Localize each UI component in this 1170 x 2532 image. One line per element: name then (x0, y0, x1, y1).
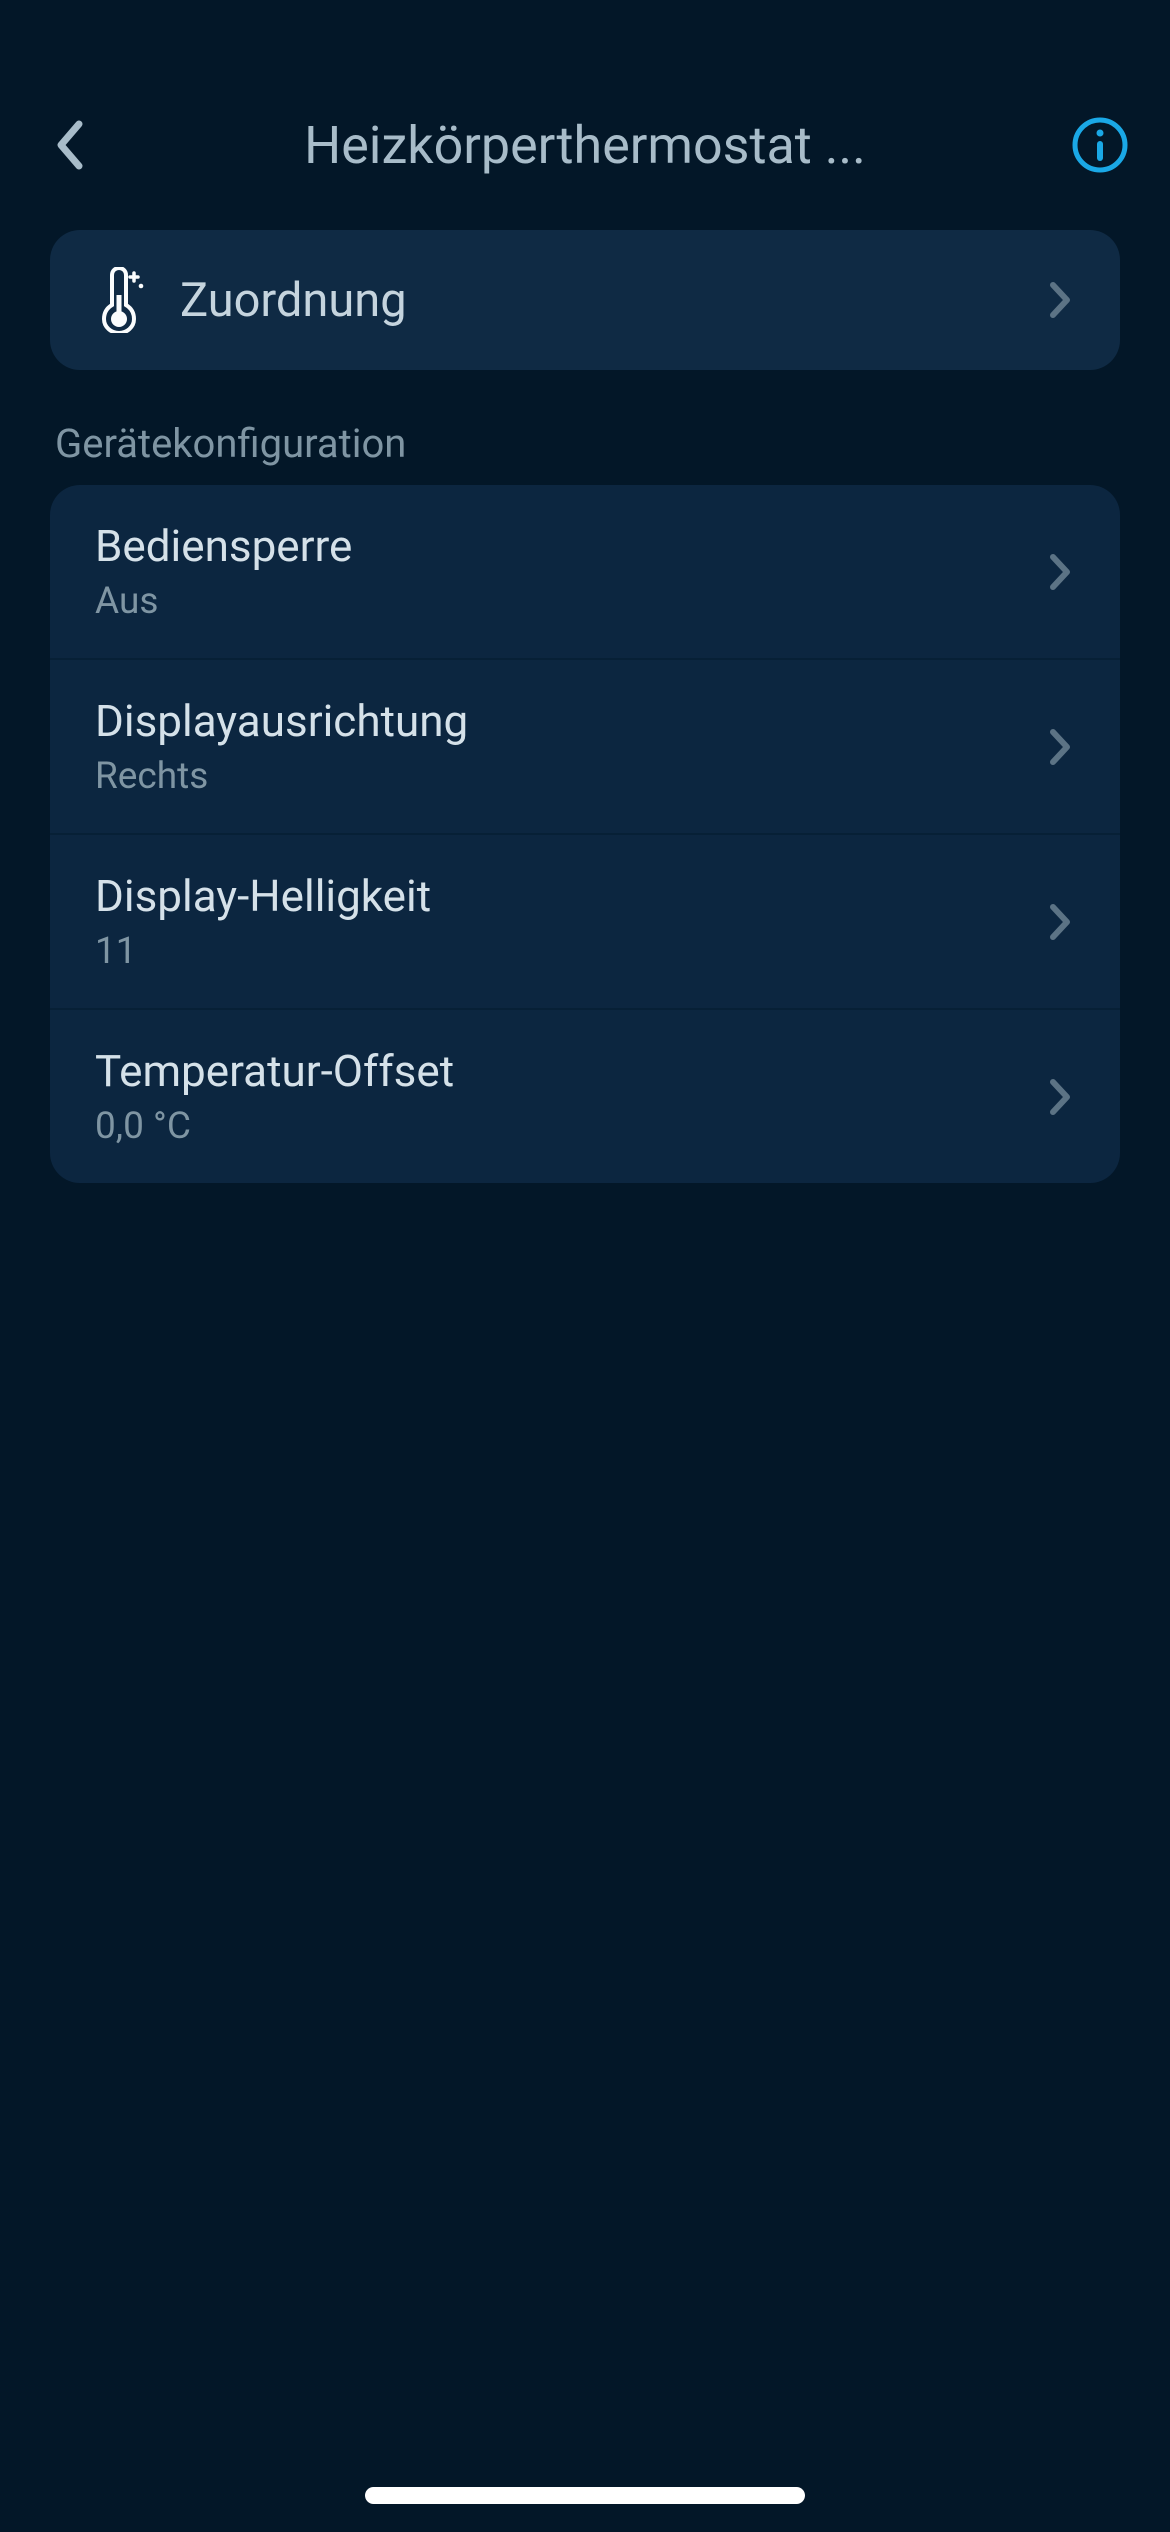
row-value: 0,0 °C (95, 1105, 1040, 1148)
chevron-right-icon (1040, 280, 1080, 320)
header: Heizkörperthermostat ... (0, 0, 1170, 200)
row-value: Rechts (95, 755, 1040, 798)
home-indicator[interactable] (365, 2487, 805, 2504)
content: Zuordnung Gerätekonfiguration Bediensper… (0, 200, 1170, 1183)
control-lock-row[interactable]: Bediensperre Aus (50, 485, 1120, 660)
display-brightness-row[interactable]: Display-Helligkeit 11 (50, 835, 1120, 1010)
chevron-left-icon (55, 120, 85, 170)
display-orientation-row[interactable]: Displayausrichtung Rechts (50, 660, 1120, 835)
chevron-right-icon (1040, 902, 1080, 942)
row-label: Displayausrichtung (95, 695, 1040, 747)
row-label: Bediensperre (95, 520, 1040, 572)
chevron-right-icon (1040, 1077, 1080, 1117)
row-value: Aus (95, 580, 1040, 623)
device-config-group: Bediensperre Aus Displayausrichtung Rech… (50, 485, 1120, 1183)
thermometer-icon (90, 270, 150, 330)
row-value: 11 (95, 930, 1040, 973)
page-title: Heizkörperthermostat ... (100, 115, 1070, 176)
assignment-label: Zuordnung (180, 273, 1010, 328)
assignment-row[interactable]: Zuordnung (50, 230, 1120, 370)
back-button[interactable] (40, 115, 100, 175)
row-label: Display-Helligkeit (95, 870, 1040, 922)
section-header: Gerätekonfiguration (50, 420, 1120, 467)
info-icon (1072, 117, 1128, 173)
info-button[interactable] (1070, 115, 1130, 175)
row-label: Temperatur-Offset (95, 1045, 1040, 1097)
chevron-right-icon (1040, 552, 1080, 592)
temperature-offset-row[interactable]: Temperatur-Offset 0,0 °C (50, 1010, 1120, 1183)
chevron-right-icon (1040, 727, 1080, 767)
